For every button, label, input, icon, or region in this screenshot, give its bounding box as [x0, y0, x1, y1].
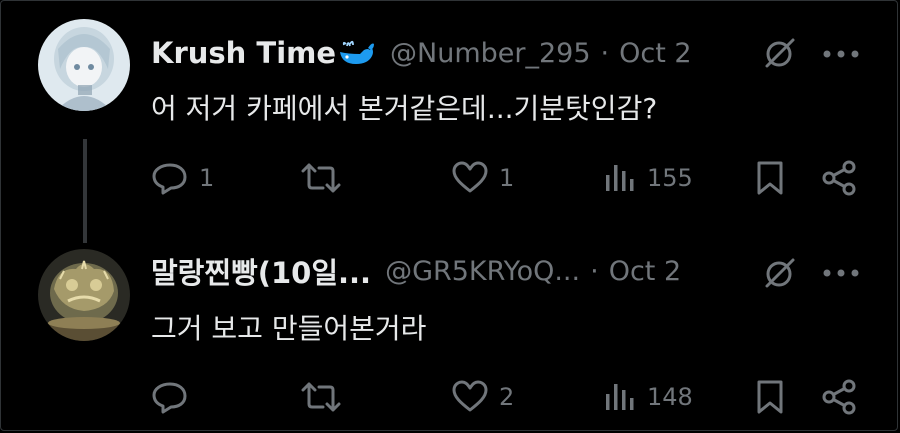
- view-count: 148: [647, 383, 693, 411]
- like-button[interactable]: 1: [451, 158, 514, 198]
- reply-button[interactable]: 1: [151, 158, 214, 198]
- views-button[interactable]: 148: [603, 377, 693, 417]
- bookmark-icon: [757, 161, 783, 195]
- bookmark-button[interactable]: [755, 377, 785, 417]
- reply-thread: Krush Time @Number_295 · Oct 2 어 저거 카페에서: [0, 0, 898, 431]
- views-chart-icon: [606, 384, 634, 410]
- bookmark-icon: [757, 380, 783, 414]
- timestamp[interactable]: Oct 2: [619, 38, 691, 69]
- tweet-header: 말랑찐빵(10일... @GR5KRYoQ... · Oct 2: [151, 251, 681, 291]
- action-bar: 1 1 155: [151, 158, 871, 198]
- reply-icon: [152, 163, 187, 195]
- thread-line: [83, 139, 87, 243]
- share-icon: [822, 160, 856, 196]
- action-bar: 2 148: [151, 377, 871, 417]
- timestamp[interactable]: Oct 2: [609, 256, 681, 287]
- avatar[interactable]: [38, 249, 130, 341]
- avatar[interactable]: [38, 19, 130, 111]
- retweet-icon: [301, 382, 341, 412]
- handle[interactable]: @Number_295: [390, 38, 591, 69]
- bookmark-button[interactable]: [755, 158, 785, 198]
- tweet-header: Krush Time @Number_295 · Oct 2: [151, 33, 692, 73]
- handle[interactable]: @GR5KRYoQ...: [385, 256, 580, 287]
- display-name[interactable]: 말랑찐빵(10일...: [151, 250, 371, 292]
- gold-figurine-avatar: [38, 249, 130, 341]
- anime-girl-avatar: [38, 19, 130, 111]
- heart-icon: [452, 380, 488, 412]
- reply-button[interactable]: [151, 377, 199, 417]
- like-button[interactable]: 2: [451, 377, 514, 417]
- grok-icon[interactable]: [763, 36, 797, 70]
- whale-icon: [338, 38, 376, 68]
- views-button[interactable]: 155: [603, 158, 693, 198]
- share-button[interactable]: [821, 377, 857, 417]
- heart-icon: [452, 161, 488, 193]
- grok-icon[interactable]: [763, 256, 797, 290]
- separator-dot: ·: [590, 255, 599, 287]
- tweet-text: 그거 보고 만들어본거라: [151, 312, 427, 345]
- like-count: 1: [499, 164, 515, 192]
- retweet-button[interactable]: [301, 377, 351, 417]
- more-options-icon[interactable]: [821, 267, 861, 279]
- retweet-icon: [301, 163, 341, 193]
- view-count: 155: [647, 164, 693, 192]
- reply-count: 1: [199, 164, 215, 192]
- separator-dot: ·: [600, 37, 610, 69]
- tweet-text: 어 저거 카페에서 본거같은데...기분탓인감?: [151, 92, 658, 125]
- share-button[interactable]: [821, 158, 857, 198]
- retweet-button[interactable]: [301, 158, 351, 198]
- share-icon: [822, 379, 856, 415]
- more-options-icon[interactable]: [821, 48, 861, 60]
- views-chart-icon: [606, 165, 634, 191]
- display-name[interactable]: Krush Time: [151, 36, 336, 70]
- reply-icon: [152, 382, 187, 414]
- like-count: 2: [499, 383, 515, 411]
